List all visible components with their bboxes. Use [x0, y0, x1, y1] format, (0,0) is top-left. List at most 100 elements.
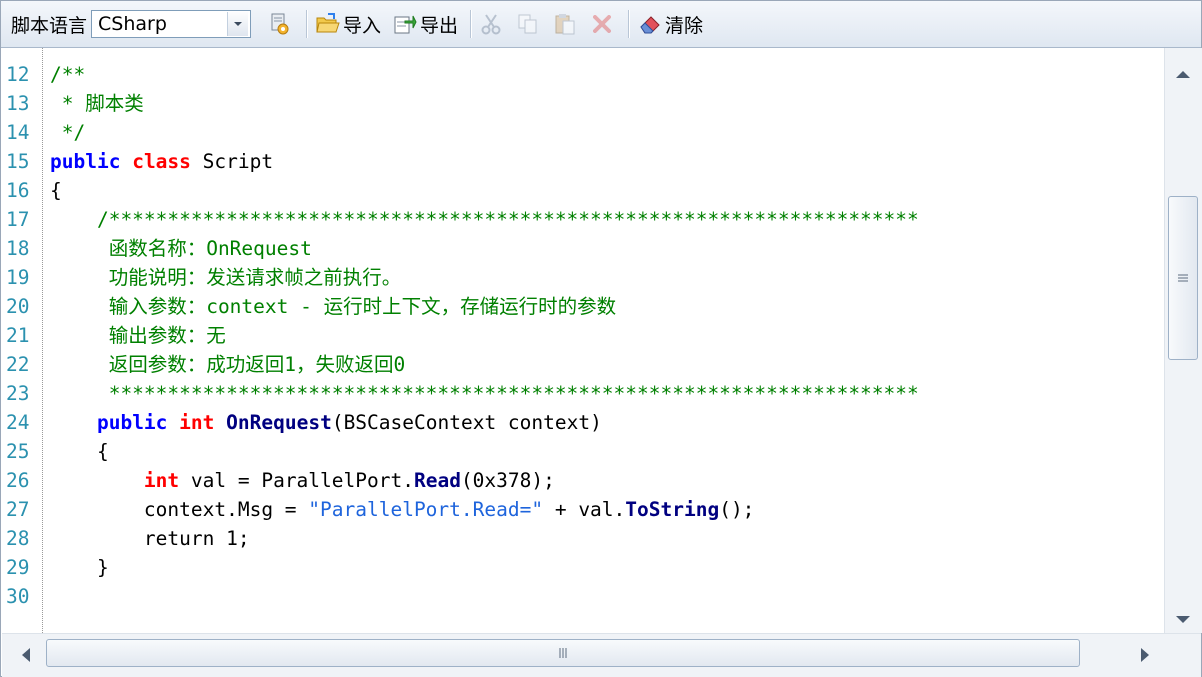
- line-number: 21: [6, 324, 30, 347]
- code-text: {: [50, 437, 109, 466]
- horizontal-scrollbar[interactable]: [2, 633, 1201, 677]
- line-number: 14: [6, 121, 30, 144]
- code-token: int: [143, 469, 180, 492]
- line-number: 30: [6, 585, 30, 608]
- grip-icon: [1178, 274, 1188, 282]
- clear-button[interactable]: 清除: [634, 8, 707, 40]
- code-token: /**: [50, 63, 86, 86]
- eraser-icon: [640, 16, 660, 34]
- code-line[interactable]: 15 public class Script: [2, 147, 1164, 176]
- delete-icon: [593, 15, 612, 33]
- code-text: public int OnRequest(BSCaseContext conte…: [50, 408, 602, 437]
- code-line[interactable]: 14 */: [2, 118, 1164, 147]
- vertical-scrollbar[interactable]: [1164, 48, 1202, 633]
- chevron-down-icon[interactable]: [227, 12, 249, 36]
- scroll-down-arrow-icon[interactable]: [1173, 612, 1193, 628]
- vertical-scroll-thumb[interactable]: [1168, 196, 1198, 360]
- code-line[interactable]: 30: [2, 582, 1164, 611]
- code-token: Read: [413, 469, 461, 492]
- copy-button[interactable]: [513, 8, 546, 40]
- line-number: 20: [6, 295, 30, 318]
- line-number: 29: [6, 556, 30, 579]
- script-editor-window: 脚本语言 CSharp 导入 导出 清除 12 /** 13 * 脚本类 14 …: [0, 0, 1202, 677]
- scroll-left-arrow-icon[interactable]: [18, 645, 34, 665]
- code-text: public class Script: [50, 147, 273, 176]
- code-text: /***************************************…: [50, 205, 919, 234]
- line-number: 22: [6, 353, 30, 376]
- code-token: ****************************************…: [50, 382, 919, 405]
- line-number: 26: [6, 469, 30, 492]
- code-token: "ParallelPort.Read=": [308, 498, 544, 521]
- code-line[interactable]: 13 * 脚本类: [2, 89, 1164, 118]
- line-number: 24: [6, 411, 30, 434]
- script-settings-button[interactable]: [265, 8, 298, 40]
- code-token: class: [132, 150, 191, 173]
- code-line[interactable]: 21 输出参数：无: [2, 321, 1164, 350]
- code-line[interactable]: 28 return 1;: [2, 524, 1164, 553]
- code-token: int: [179, 411, 215, 434]
- code-token: 返回参数：成功返回1，失败返回0: [50, 353, 406, 376]
- code-line[interactable]: 12 /**: [2, 60, 1164, 89]
- code-line[interactable]: 23 *************************************…: [2, 379, 1164, 408]
- code-token: /***************************************…: [50, 208, 919, 231]
- code-text: */: [50, 118, 86, 147]
- export-button[interactable]: 导出: [389, 8, 462, 40]
- code-token: ();: [719, 498, 755, 521]
- scroll-up-arrow-icon[interactable]: [1173, 66, 1193, 82]
- code-line[interactable]: 19 功能说明：发送请求帧之前执行。: [2, 263, 1164, 292]
- code-text: 输入参数：context - 运行时上下文，存储运行时的参数: [50, 292, 616, 321]
- scroll-right-arrow-icon[interactable]: [1137, 645, 1153, 665]
- code-text: 函数名称：OnRequest: [50, 234, 312, 263]
- cut-button[interactable]: [476, 8, 509, 40]
- code-line[interactable]: 26 int val = ParallelPort.Read(0x378);: [2, 466, 1164, 495]
- code-line[interactable]: 20 输入参数：context - 运行时上下文，存储运行时的参数: [2, 292, 1164, 321]
- delete-button[interactable]: [587, 8, 620, 40]
- export-icon: [394, 15, 417, 34]
- code-token: val = ParallelPort.: [179, 469, 414, 492]
- horizontal-scroll-thumb[interactable]: [46, 639, 1080, 667]
- code-token: (BSCaseContext context): [331, 411, 602, 434]
- code-line[interactable]: 29 }: [2, 553, 1164, 582]
- code-editor[interactable]: 12/** 13 * 脚本类 14 */15 public class Script 1…: [2, 48, 1164, 633]
- code-text: /**: [50, 60, 85, 89]
- code-token: {: [50, 179, 62, 202]
- code-text: }: [50, 553, 109, 582]
- code-token: public: [96, 411, 168, 434]
- language-select-value: CSharp: [98, 13, 167, 35]
- code-line[interactable]: 25 {: [2, 437, 1164, 466]
- toolbar-separator: [628, 10, 631, 38]
- code-line[interactable]: 17 /************************************…: [2, 205, 1164, 234]
- language-select[interactable]: CSharp: [91, 10, 252, 38]
- line-number: 19: [6, 266, 30, 289]
- code-line[interactable]: 27 context.Msg = "ParallelPort.Read=" + …: [2, 495, 1164, 524]
- code-line[interactable]: 24 public int OnRequest(BSCaseContext co…: [2, 408, 1164, 437]
- code-text: 输出参数：无: [50, 321, 226, 350]
- paste-button[interactable]: [550, 8, 583, 40]
- code-line[interactable]: 16 {: [2, 176, 1164, 205]
- code-line[interactable]: 22 返回参数：成功返回1，失败返回0: [2, 350, 1164, 379]
- code-text: int val = ParallelPort.Read(0x378);: [50, 466, 555, 495]
- folder-open-icon: [316, 13, 340, 33]
- code-token: context.Msg =: [50, 498, 309, 521]
- copy-icon: [518, 14, 537, 34]
- clear-label: 清除: [665, 14, 704, 37]
- grip-icon: [559, 648, 567, 658]
- line-number: 15: [6, 150, 30, 173]
- code-token: return 1;: [50, 527, 250, 550]
- import-button[interactable]: 导入: [312, 8, 385, 40]
- language-label: 脚本语言: [11, 14, 88, 37]
- line-number: 25: [6, 440, 30, 463]
- code-token: OnRequest: [226, 411, 332, 434]
- line-number: 17: [6, 208, 30, 231]
- code-token: public: [50, 150, 121, 173]
- code-token: (0x378);: [460, 469, 555, 492]
- code-line[interactable]: 18 函数名称：OnRequest: [2, 234, 1164, 263]
- import-label: 导入: [343, 14, 382, 37]
- toolbar-separator: [470, 10, 473, 38]
- code-text: * 脚本类: [50, 89, 144, 118]
- paste-icon: [555, 14, 575, 35]
